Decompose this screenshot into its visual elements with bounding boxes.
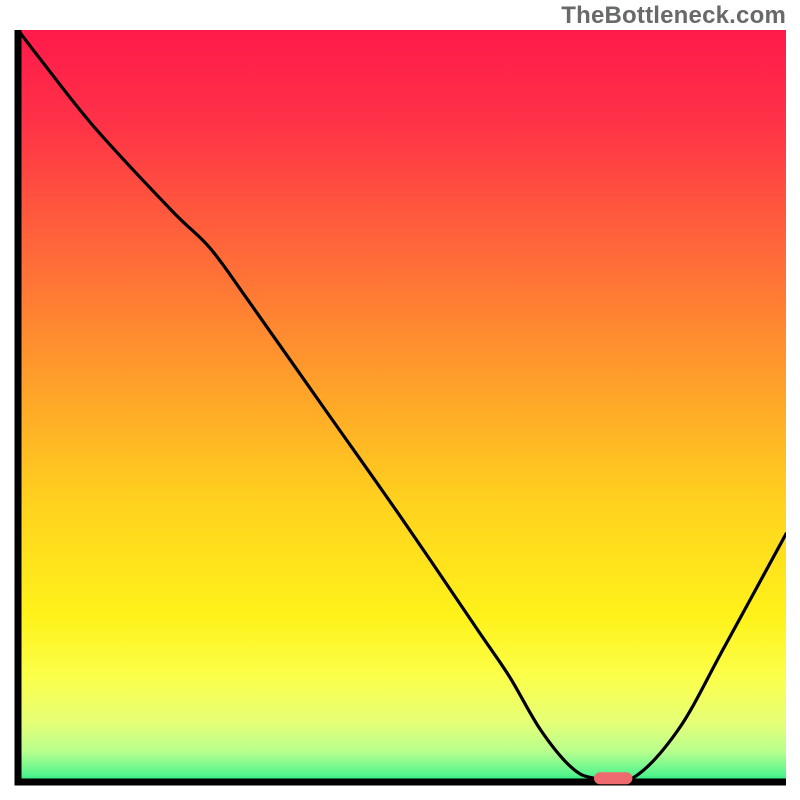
- gradient-fill: [18, 30, 786, 782]
- optimum-marker: [594, 772, 632, 784]
- watermark-credit: TheBottleneck.com: [561, 2, 786, 30]
- chart-svg: [14, 30, 786, 786]
- bottleneck-chart: [14, 30, 786, 786]
